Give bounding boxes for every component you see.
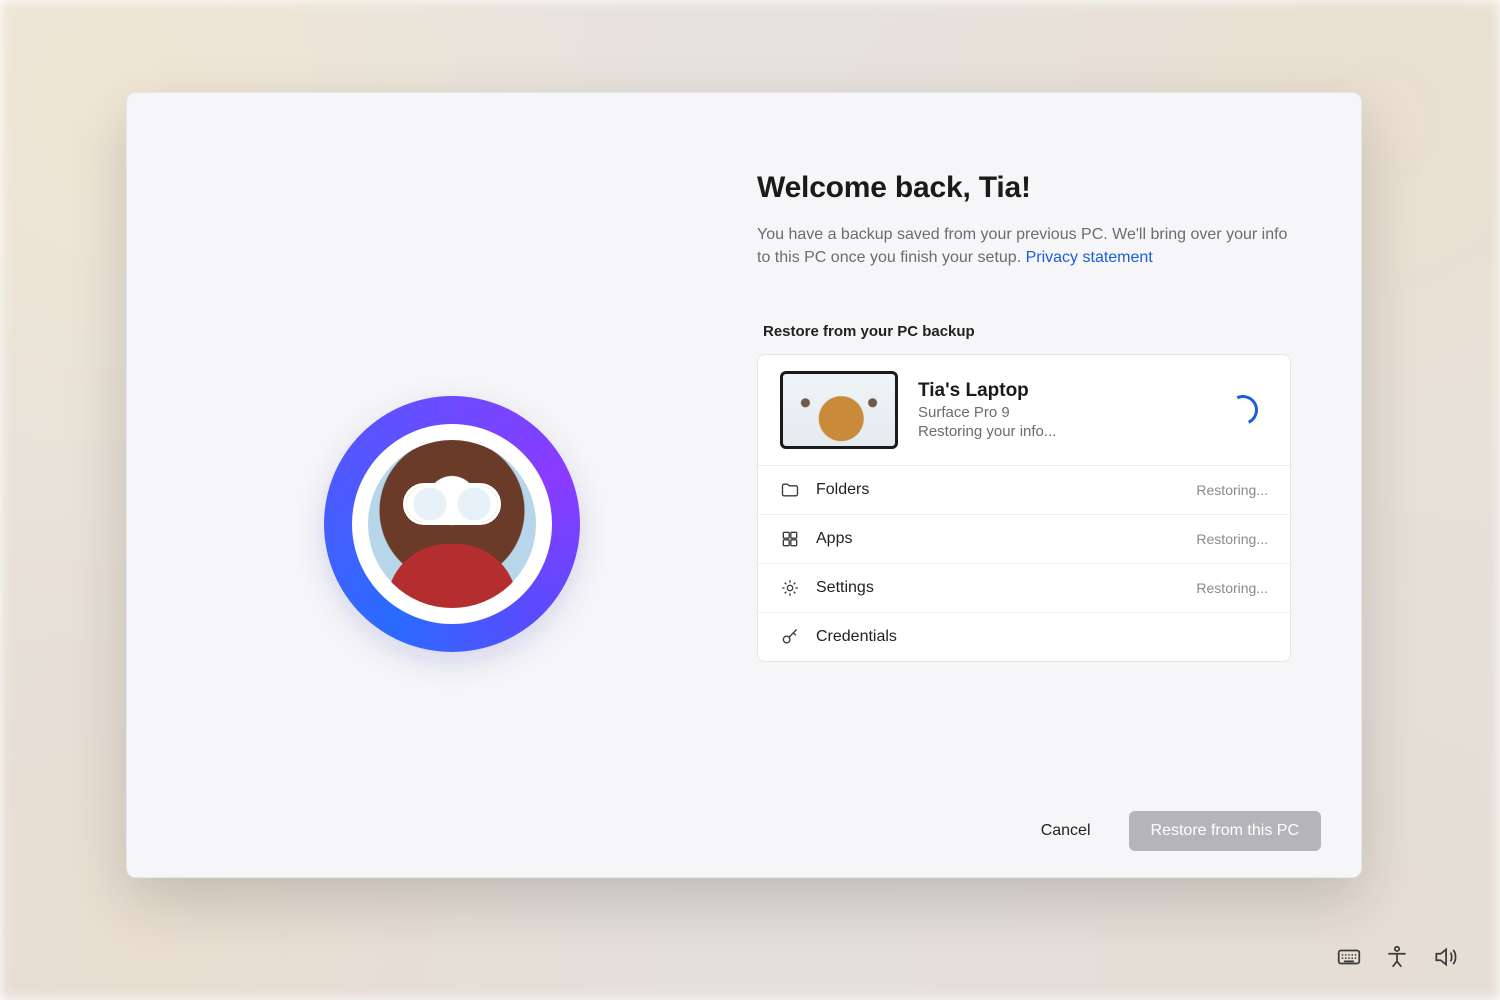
row-label: Folders	[816, 481, 1180, 499]
row-label: Credentials	[816, 628, 1252, 646]
keyboard-icon[interactable]	[1336, 944, 1362, 970]
device-name: Tia's Laptop	[918, 380, 1208, 402]
folder-icon	[780, 480, 800, 500]
key-icon	[780, 627, 800, 647]
restore-row-credentials: Credentials	[758, 613, 1290, 661]
privacy-statement-link[interactable]: Privacy statement	[1026, 249, 1153, 266]
avatar-photo	[368, 440, 536, 608]
apps-icon	[780, 529, 800, 549]
row-status: Restoring...	[1196, 482, 1268, 498]
restore-row-apps: Apps Restoring...	[758, 515, 1290, 564]
loading-spinner-icon	[1224, 391, 1262, 429]
backup-device-header: Tia's Laptop Surface Pro 9 Restoring you…	[758, 355, 1290, 466]
device-thumbnail	[780, 371, 898, 449]
subtext-body: You have a backup saved from your previo…	[757, 226, 1287, 266]
system-tray	[1336, 944, 1458, 970]
accessibility-icon[interactable]	[1384, 944, 1410, 970]
oobe-window: Welcome back, Tia! You have a backup sav…	[126, 92, 1362, 878]
settings-icon	[780, 578, 800, 598]
volume-icon[interactable]	[1432, 944, 1458, 970]
page-subtext: You have a backup saved from your previo…	[757, 223, 1291, 269]
device-status: Restoring your info...	[918, 423, 1208, 440]
section-label: Restore from your PC backup	[757, 323, 1291, 340]
restore-row-folders: Folders Restoring...	[758, 466, 1290, 515]
restore-row-settings: Settings Restoring...	[758, 564, 1290, 613]
cancel-button[interactable]: Cancel	[1031, 814, 1101, 848]
row-status: Restoring...	[1196, 580, 1268, 596]
backup-card: Tia's Laptop Surface Pro 9 Restoring you…	[757, 354, 1291, 662]
row-status: Restoring...	[1196, 531, 1268, 547]
device-model: Surface Pro 9	[918, 404, 1208, 421]
page-heading: Welcome back, Tia!	[757, 171, 1291, 205]
dialog-footer: Cancel Restore from this PC	[127, 785, 1361, 877]
row-label: Settings	[816, 579, 1180, 597]
row-label: Apps	[816, 530, 1180, 548]
avatar-ring	[324, 396, 580, 652]
restore-button[interactable]: Restore from this PC	[1129, 811, 1321, 851]
hero-column	[187, 153, 717, 785]
